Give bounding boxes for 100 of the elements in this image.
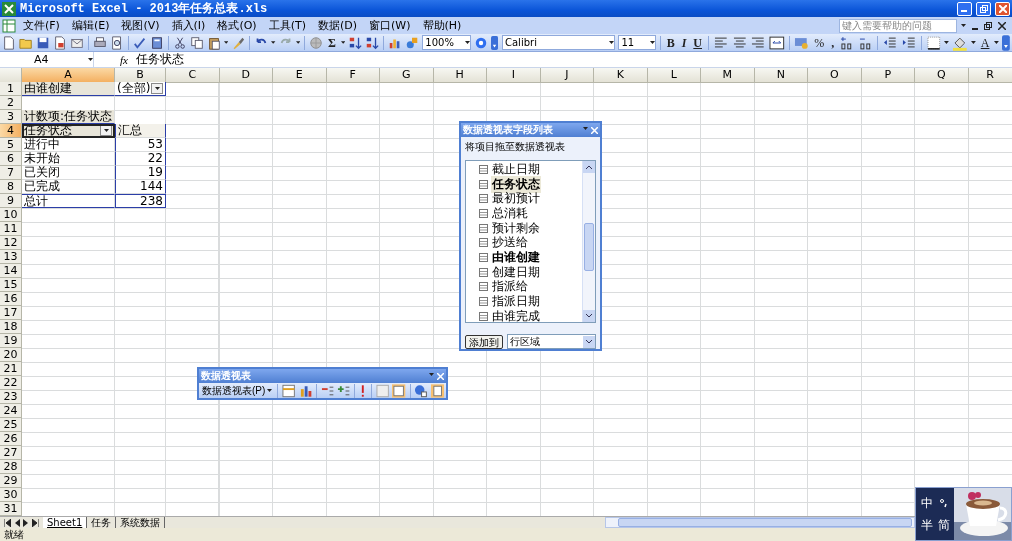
row-header[interactable]: 10 [0,208,22,222]
scrollbar[interactable] [582,161,595,322]
scroll-up-icon[interactable] [583,161,595,173]
field-item[interactable]: 任务状态 [491,175,541,193]
row-header[interactable]: 19 [0,334,22,348]
input-mode[interactable]: 中 [920,494,933,512]
menu-item[interactable]: 文件(F) [16,18,65,33]
row-header[interactable]: 31 [0,502,22,516]
help-dropdown-icon[interactable] [961,24,966,27]
next-sheet-icon[interactable] [23,518,29,527]
previous-sheet-icon[interactable] [14,518,20,527]
field-list-icon[interactable] [430,383,445,398]
function-label[interactable]: fx [120,53,128,66]
column-header[interactable]: E [273,68,327,83]
caret-icon[interactable] [994,41,1000,44]
table-options-icon[interactable] [392,383,406,398]
field-item[interactable]: 指派给 [491,278,529,296]
row-header[interactable]: 14 [0,264,22,278]
italic-button[interactable]: I [679,35,689,50]
row-header[interactable]: 27 [0,446,22,460]
caret-icon[interactable] [271,41,276,44]
caret-icon[interactable] [649,41,655,44]
zoom-dropdown[interactable]: 100% [422,35,471,50]
first-sheet-icon[interactable] [4,518,11,527]
row-header[interactable]: 24 [0,404,22,418]
align-right-icon[interactable] [750,34,766,51]
workbook-icon[interactable] [2,18,16,33]
area-dropdown[interactable]: 行区域 [507,334,596,349]
caret-icon[interactable] [970,41,976,44]
column-header[interactable]: L [647,68,701,83]
underline-button[interactable]: U [691,35,704,50]
panel-menu-icon[interactable] [583,126,588,130]
row-header[interactable]: 11 [0,222,22,236]
caret-icon[interactable] [154,87,160,90]
caret-icon[interactable] [465,41,470,44]
menu-item[interactable]: 插入(I) [164,18,211,33]
exclamation-icon[interactable] [359,383,367,398]
row-header[interactable]: 20 [0,348,22,362]
row-header[interactable]: 29 [0,474,22,488]
scroll-thumb[interactable] [618,518,912,527]
info-icon[interactable] [414,383,428,398]
new-document-icon[interactable] [2,34,17,51]
copy-icon[interactable] [189,34,204,51]
column-header[interactable]: G [380,68,434,83]
chart-icon[interactable] [298,383,312,398]
field-item[interactable]: 预计剩余 [491,219,541,237]
dropdown-button[interactable] [151,83,163,94]
column-header[interactable]: J [540,68,594,83]
row-header[interactable]: 8 [0,180,22,194]
row-header[interactable]: 3 [0,110,22,124]
row-header[interactable]: 5 [0,138,22,152]
percent-button[interactable]: % [812,35,827,50]
scroll-thumb[interactable] [584,223,594,271]
add-to-button[interactable]: 添加到 [465,334,503,349]
menu-item[interactable]: 视图(V) [114,18,165,33]
caret-icon[interactable] [267,389,273,392]
font-dropdown[interactable]: Calibri [502,35,616,50]
caret-icon[interactable] [944,41,950,44]
caret-icon[interactable] [224,41,229,44]
column-header[interactable]: C [166,68,220,83]
row-header[interactable]: 21 [0,362,22,376]
menu-item[interactable]: 格式(O) [210,18,262,33]
increase-indent-icon[interactable] [901,34,917,51]
field-item[interactable]: 截止日期 [491,161,541,178]
name-box[interactable]: A4 [0,52,94,67]
row-header[interactable]: 6 [0,152,22,166]
column-header[interactable]: M [701,68,755,83]
font-color-button[interactable]: A [978,35,992,50]
row-header[interactable]: 26 [0,432,22,446]
menu-item[interactable]: 工具(T) [261,18,311,33]
help-search-field[interactable]: 键入需要帮助的问题 [839,18,957,33]
menu-item[interactable]: 数据(D) [310,18,363,33]
horizontal-scrollbar[interactable] [605,517,915,528]
font-size-dropdown[interactable]: 11 [618,35,656,50]
row-header[interactable]: 4 [0,124,22,138]
column-header[interactable]: H [433,68,487,83]
column-header[interactable]: K [594,68,648,83]
caret-icon[interactable] [88,58,93,61]
row-header[interactable]: 15 [0,278,22,292]
toolbar-options-icon[interactable] [1002,34,1011,51]
row-header[interactable]: 28 [0,460,22,474]
column-header[interactable]: P [861,68,915,83]
menu-item[interactable]: 帮助(H) [415,18,467,33]
row-header[interactable]: 13 [0,250,22,264]
report-format-icon[interactable] [282,383,296,398]
formula-content[interactable]: 任务状态 [135,51,184,68]
column-header[interactable]: N [754,68,808,83]
align-left-icon[interactable] [713,34,729,51]
show-detail-icon[interactable] [337,383,351,398]
align-center-icon[interactable] [731,34,748,51]
autosum-button[interactable]: Σ [326,35,338,50]
last-sheet-icon[interactable] [32,518,39,527]
row-header[interactable]: 9 [0,194,22,208]
width-mode[interactable]: 半 [920,516,933,534]
dropdown-icon[interactable] [583,335,595,348]
borders-icon[interactable] [925,34,942,51]
scroll-down-icon[interactable] [583,310,595,322]
dropdown-button[interactable] [100,125,112,136]
toolbar-options-icon[interactable] [491,34,499,51]
caret-icon[interactable] [340,41,346,44]
